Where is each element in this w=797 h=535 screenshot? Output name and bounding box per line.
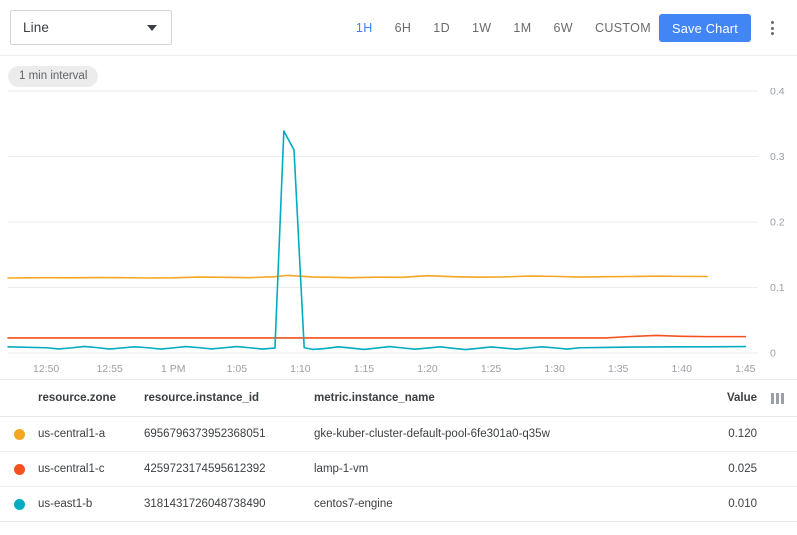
chart-type-select[interactable]: Line — [10, 10, 172, 45]
series-table: resource.zone resource.instance_id metri… — [0, 379, 797, 522]
svg-text:0.1: 0.1 — [770, 282, 785, 294]
timeseries-line-chart: 0 0.1 0.2 0.3 0.4 12:50 12:55 1 PM 1:05 1:10 1:15 1… — [0, 88, 797, 378]
range-1h[interactable]: 1H — [345, 15, 384, 41]
table-row[interactable]: us-central1-c 4259723174595612392 lamp-1… — [0, 452, 797, 487]
range-1w[interactable]: 1W — [461, 15, 502, 41]
chevron-down-icon — [147, 25, 157, 31]
range-6w[interactable]: 6W — [543, 15, 584, 41]
series-color-swatch — [0, 499, 38, 510]
cell-value: 0.010 — [693, 498, 757, 510]
svg-text:0: 0 — [770, 348, 776, 360]
cell-instance-name: centos7-engine — [314, 498, 693, 510]
range-6h[interactable]: 6H — [384, 15, 423, 41]
svg-text:0.2: 0.2 — [770, 217, 785, 229]
svg-text:1:15: 1:15 — [354, 363, 375, 375]
svg-text:1:20: 1:20 — [417, 363, 438, 375]
svg-text:12:55: 12:55 — [97, 363, 123, 375]
range-1m[interactable]: 1M — [502, 15, 542, 41]
chart-area: 0 0.1 0.2 0.3 0.4 12:50 12:55 1 PM 1:05 1:10 1:15 1… — [0, 88, 797, 378]
svg-text:1:40: 1:40 — [672, 363, 693, 375]
table-row[interactable]: us-central1-a 6956796373952368051 gke-ku… — [0, 417, 797, 452]
cell-zone: us-central1-c — [38, 463, 144, 475]
svg-text:1:25: 1:25 — [481, 363, 502, 375]
header-zone[interactable]: resource.zone — [38, 392, 144, 404]
header-instance-id[interactable]: resource.instance_id — [144, 392, 314, 404]
series-color-swatch — [0, 464, 38, 475]
time-range-group: 1H 6H 1D 1W 1M 6W CUSTOM — [345, 0, 662, 56]
svg-text:0.4: 0.4 — [770, 88, 785, 98]
header-instance-name[interactable]: metric.instance_name — [314, 392, 693, 404]
save-chart-button[interactable]: Save Chart — [659, 14, 751, 42]
header-value[interactable]: Value — [693, 392, 757, 404]
table-header-row: resource.zone resource.instance_id metri… — [0, 380, 797, 417]
cell-zone: us-east1-b — [38, 498, 144, 510]
svg-text:1:10: 1:10 — [290, 363, 311, 375]
chart-editor-page: Line 1H 6H 1D 1W 1M 6W CUSTOM Save Chart… — [0, 0, 797, 535]
table-row[interactable]: us-east1-b 3181431726048738490 centos7-e… — [0, 487, 797, 522]
cell-instance-name: lamp-1-vm — [314, 463, 693, 475]
cell-value: 0.025 — [693, 463, 757, 475]
range-custom[interactable]: CUSTOM — [584, 15, 662, 41]
cell-instance-id: 3181431726048738490 — [144, 498, 314, 510]
svg-text:1:45: 1:45 — [735, 363, 756, 375]
toolbar: Line 1H 6H 1D 1W 1M 6W CUSTOM Save Chart — [0, 0, 797, 56]
svg-text:1 PM: 1 PM — [161, 363, 186, 375]
range-1d[interactable]: 1D — [422, 15, 461, 41]
svg-text:12:50: 12:50 — [33, 363, 59, 375]
cell-zone: us-central1-a — [38, 428, 144, 440]
svg-text:1:30: 1:30 — [544, 363, 565, 375]
svg-text:1:05: 1:05 — [227, 363, 248, 375]
columns-settings-icon[interactable] — [757, 393, 797, 404]
cell-value: 0.120 — [693, 428, 757, 440]
cell-instance-id: 6956796373952368051 — [144, 428, 314, 440]
kebab-menu-icon[interactable] — [762, 18, 782, 38]
chart-type-value: Line — [11, 20, 147, 35]
interval-badge: 1 min interval — [8, 66, 98, 87]
cell-instance-name: gke-kuber-cluster-default-pool-6fe301a0-… — [314, 428, 693, 440]
svg-text:0.3: 0.3 — [770, 151, 785, 163]
svg-text:1:35: 1:35 — [608, 363, 629, 375]
cell-instance-id: 4259723174595612392 — [144, 463, 314, 475]
series-color-swatch — [0, 429, 38, 440]
